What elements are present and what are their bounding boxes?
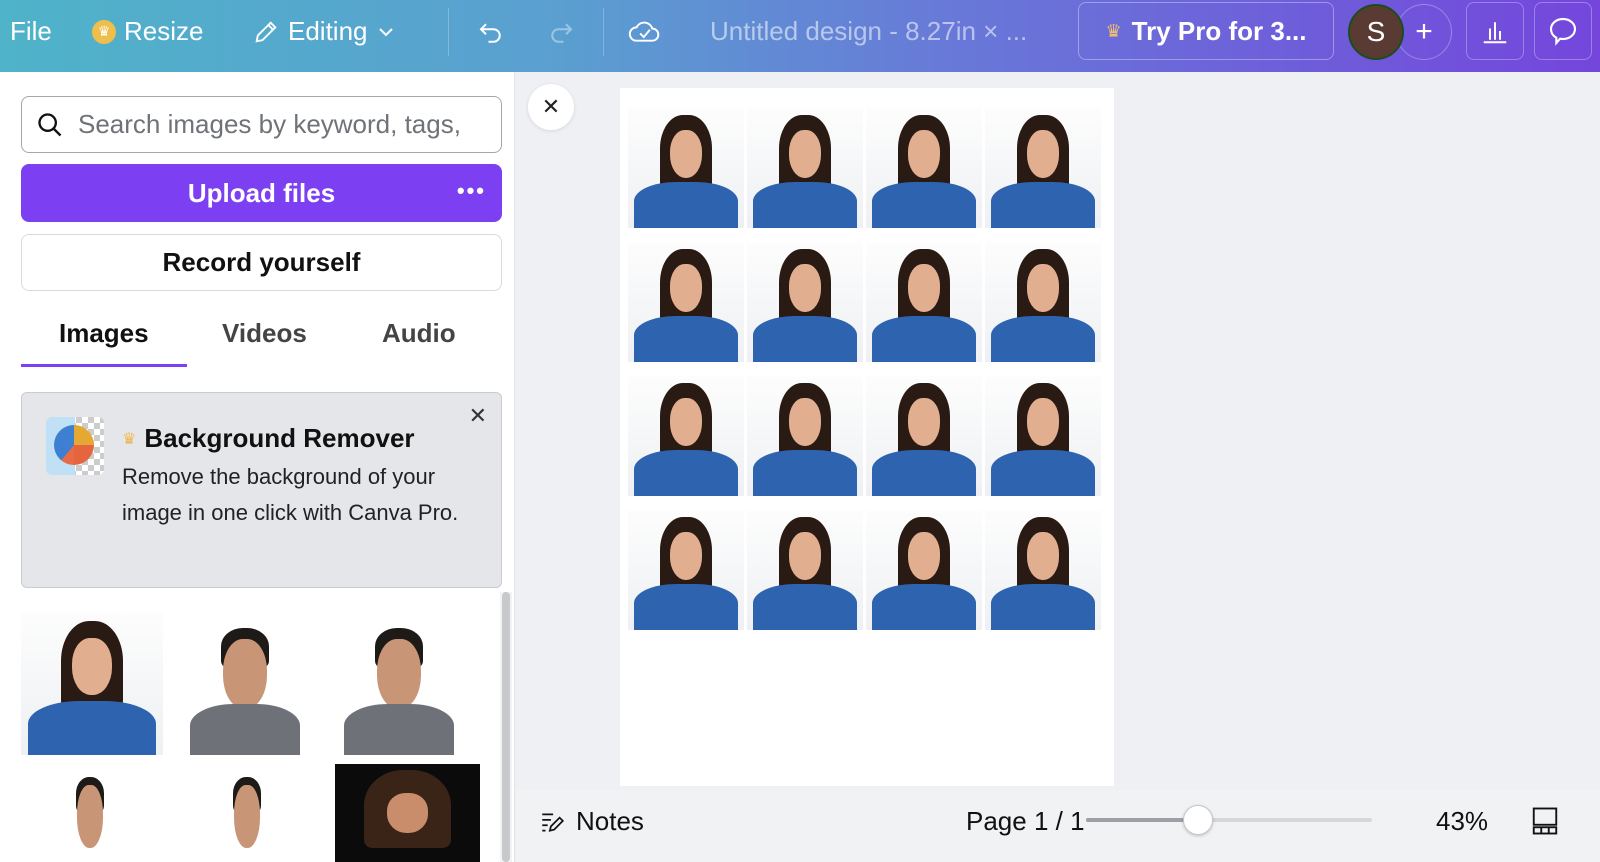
divider bbox=[448, 8, 449, 56]
passport-photo[interactable] bbox=[866, 242, 982, 362]
passport-photo[interactable] bbox=[985, 242, 1101, 362]
passport-photo[interactable] bbox=[747, 108, 863, 228]
insights-button[interactable] bbox=[1466, 2, 1524, 60]
grid-view-icon bbox=[1532, 807, 1558, 835]
design-title[interactable]: Untitled design - 8.27in × ... bbox=[710, 16, 1027, 47]
resize-label: Resize bbox=[124, 16, 204, 46]
passport-photo[interactable] bbox=[985, 376, 1101, 496]
more-options-icon[interactable]: ••• bbox=[457, 178, 486, 204]
passport-photo[interactable] bbox=[628, 376, 744, 496]
try-pro-button[interactable]: ♛ Try Pro for 3... bbox=[1078, 2, 1334, 60]
avatar[interactable]: S bbox=[1348, 4, 1404, 60]
zoom-slider-fill bbox=[1086, 818, 1198, 822]
passport-photo[interactable] bbox=[628, 510, 744, 630]
editing-label: Editing bbox=[288, 16, 368, 46]
uploaded-image-thumbnail[interactable] bbox=[211, 772, 283, 862]
uploaded-image-thumbnail[interactable] bbox=[338, 620, 460, 755]
pencil-icon bbox=[255, 20, 277, 43]
passport-photo[interactable] bbox=[985, 108, 1101, 228]
chevron-down-icon bbox=[378, 27, 393, 36]
notes-label: Notes bbox=[576, 806, 644, 836]
tab-audio[interactable]: Audio bbox=[382, 318, 456, 349]
file-label: File bbox=[10, 16, 52, 46]
try-pro-label: Try Pro for 3... bbox=[1131, 15, 1307, 46]
undo-button[interactable] bbox=[476, 18, 506, 48]
bottom-bar: Notes Page 1 / 1 43% bbox=[516, 790, 1600, 862]
zoom-slider-handle[interactable] bbox=[1182, 805, 1213, 835]
passport-photo[interactable] bbox=[628, 108, 744, 228]
panel-scrollbar[interactable] bbox=[500, 592, 512, 862]
crown-icon: ♛ bbox=[92, 19, 116, 44]
passport-photo[interactable] bbox=[985, 510, 1101, 630]
canvas-area: ✕ bbox=[516, 72, 1600, 790]
design-page[interactable] bbox=[620, 88, 1114, 786]
promo-description: Remove the background of your image in o… bbox=[122, 464, 459, 525]
divider bbox=[603, 8, 604, 56]
search-icon bbox=[38, 112, 62, 136]
active-tab-indicator bbox=[21, 364, 187, 367]
file-menu[interactable]: File bbox=[10, 16, 52, 47]
avatar-initial: S bbox=[1366, 16, 1386, 47]
cloud-save-status[interactable] bbox=[628, 16, 662, 46]
comments-button[interactable] bbox=[1534, 2, 1592, 60]
search-field[interactable] bbox=[21, 96, 502, 153]
comment-icon bbox=[1549, 17, 1577, 46]
passport-photo[interactable] bbox=[866, 510, 982, 630]
uploaded-image-thumbnail[interactable] bbox=[54, 772, 126, 862]
passport-photo[interactable] bbox=[747, 376, 863, 496]
cloud-check-icon bbox=[628, 21, 660, 42]
page-indicator[interactable]: Page 1 / 1 bbox=[966, 806, 1085, 837]
editing-mode-dropdown[interactable]: Editing bbox=[252, 16, 396, 47]
uploads-panel: Upload files ••• Record yourself Images … bbox=[0, 72, 515, 862]
passport-photo[interactable] bbox=[628, 242, 744, 362]
zoom-level[interactable]: 43% bbox=[1436, 806, 1488, 837]
close-panel-button[interactable]: ✕ bbox=[528, 84, 574, 130]
beach-ball-icon bbox=[46, 417, 104, 475]
record-yourself-label: Record yourself bbox=[162, 247, 361, 277]
zoom-slider[interactable] bbox=[1086, 805, 1372, 835]
passport-photo[interactable] bbox=[866, 108, 982, 228]
notes-button[interactable]: Notes bbox=[538, 806, 644, 837]
top-toolbar: File ♛ Resize Editing Untitled design - … bbox=[0, 0, 1600, 72]
crown-icon: ♛ bbox=[122, 430, 137, 448]
passport-photo[interactable] bbox=[747, 510, 863, 630]
add-collaborator-button[interactable]: + bbox=[1396, 4, 1452, 60]
record-yourself-button[interactable]: Record yourself bbox=[21, 234, 502, 291]
plus-icon: + bbox=[1415, 15, 1433, 48]
undo-icon bbox=[479, 23, 501, 43]
search-input[interactable] bbox=[78, 109, 478, 140]
crown-icon: ♛ bbox=[1105, 20, 1122, 41]
grid-view-button[interactable] bbox=[1530, 806, 1560, 841]
bar-chart-icon bbox=[1483, 22, 1507, 44]
promo-title: ♛ Background Remover bbox=[122, 423, 415, 453]
uploaded-image-thumbnail[interactable] bbox=[21, 612, 163, 755]
uploaded-image-thumbnail[interactable] bbox=[184, 620, 306, 755]
redo-button[interactable] bbox=[546, 18, 576, 48]
upload-files-label: Upload files bbox=[187, 177, 336, 208]
uploaded-image-thumbnail[interactable] bbox=[335, 764, 480, 862]
tab-images[interactable]: Images bbox=[59, 318, 149, 349]
close-icon: ✕ bbox=[541, 94, 561, 119]
resize-button[interactable]: ♛ Resize bbox=[92, 16, 203, 47]
media-tabs: Images Videos Audio bbox=[21, 304, 502, 368]
notes-icon bbox=[542, 813, 565, 832]
close-icon[interactable]: ✕ bbox=[469, 403, 487, 429]
redo-icon bbox=[551, 23, 573, 43]
background-remover-promo[interactable]: ♛ Background Remover Remove the backgrou… bbox=[21, 392, 502, 588]
upload-files-button[interactable]: Upload files ••• bbox=[21, 164, 502, 222]
passport-photo[interactable] bbox=[747, 242, 863, 362]
tab-videos[interactable]: Videos bbox=[222, 318, 307, 349]
passport-photo[interactable] bbox=[866, 376, 982, 496]
